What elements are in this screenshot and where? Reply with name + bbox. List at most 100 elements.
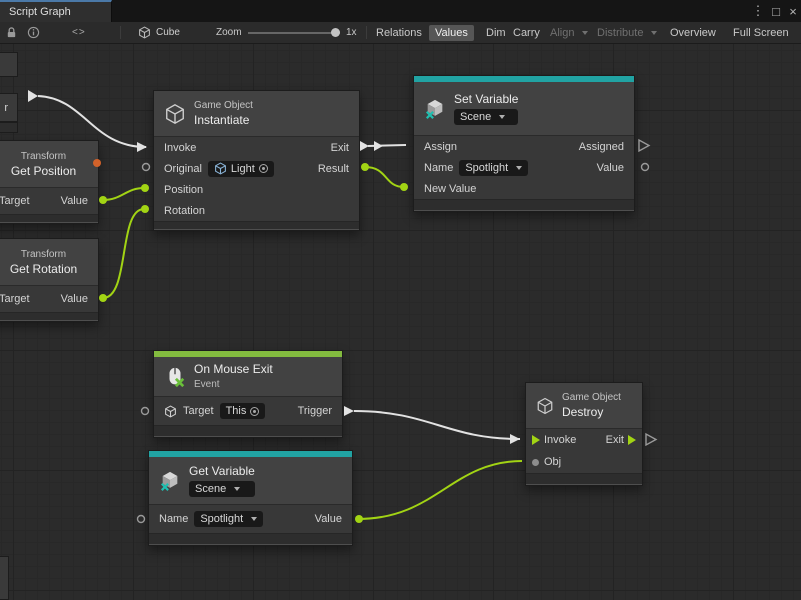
port-label-name: Name — [424, 162, 453, 174]
variable-name-dropdown[interactable]: Spotlight — [459, 160, 528, 176]
port-label-value: Value — [61, 195, 88, 207]
port-label-assigned: Assigned — [579, 141, 624, 153]
button-distribute[interactable]: Distribute — [593, 22, 657, 43]
object-picker-icon[interactable] — [259, 164, 268, 173]
node-footer — [0, 214, 98, 223]
object-cube-icon — [214, 162, 227, 175]
node-get-position[interactable]: Transform Get Position Target Value — [0, 140, 99, 224]
node-destroy[interactable]: Game Object Destroy Invoke Exit Obj — [525, 382, 643, 486]
window-maximize-icon[interactable]: □ — [768, 0, 784, 22]
chevron-down-icon — [499, 115, 505, 119]
object-picker-icon[interactable] — [250, 407, 259, 416]
node-footer — [154, 425, 342, 437]
zoom-slider-track[interactable] — [248, 32, 340, 34]
window-menu-icon[interactable]: ⋮ — [750, 0, 766, 22]
node-get-variable[interactable]: Get Variable Scene Name Spotlight Value — [148, 450, 353, 546]
chevron-down-icon — [582, 31, 588, 35]
node-category: Transform — [21, 151, 66, 162]
port-label-invoke: Invoke — [544, 434, 576, 446]
target-gameobject[interactable]: Cube — [138, 22, 180, 43]
chevron-down-icon — [234, 487, 240, 491]
tab-bar: Script Graph ⋮ □ × — [0, 0, 801, 22]
window-close-icon[interactable]: × — [785, 0, 801, 22]
port-label-rotation: Rotation — [164, 205, 205, 217]
partial-node-bottom[interactable] — [0, 556, 9, 600]
info-icon[interactable] — [27, 22, 40, 43]
node-title: Get Variable — [189, 465, 255, 478]
code-view-icon[interactable]: <> — [72, 22, 86, 43]
button-align[interactable]: Align — [546, 22, 588, 43]
node-subtitle: Event — [194, 379, 273, 390]
node-header: Game Object Instantiate — [154, 91, 359, 137]
game-object-icon — [536, 397, 554, 415]
variable-name-value: Spotlight — [465, 162, 508, 174]
port-label-exit: Exit — [331, 142, 349, 154]
scope-value: Scene — [195, 483, 226, 495]
chevron-down-icon — [251, 517, 257, 521]
variable-name-dropdown[interactable]: Spotlight — [194, 511, 263, 527]
node-title: Get Position — [11, 165, 76, 178]
port-label-target: Target — [183, 405, 214, 417]
node-set-variable[interactable]: Set Variable Scene Assign Assigned Name … — [413, 75, 635, 212]
node-instantiate[interactable]: Game Object Instantiate Invoke Exit Orig… — [153, 90, 360, 231]
port-label-position: Position — [164, 184, 203, 196]
port-label-target: Target — [0, 195, 30, 207]
port-label-value: Value — [61, 293, 88, 305]
port-label-invoke: Invoke — [164, 142, 196, 154]
button-full-screen[interactable]: Full Screen — [729, 22, 793, 43]
button-dim[interactable]: Dim — [482, 22, 510, 43]
port-label-value: Value — [315, 513, 342, 525]
node-header: On Mouse Exit Event — [154, 357, 342, 397]
node-header: Transform Get Position — [0, 141, 98, 188]
mouse-exit-icon — [164, 366, 186, 388]
object-field-this[interactable]: This — [220, 403, 266, 419]
game-object-icon — [164, 103, 186, 125]
port-label-assign: Assign — [424, 141, 457, 153]
node-footer — [0, 312, 98, 321]
chevron-down-icon — [516, 166, 522, 170]
node-category: Game Object — [562, 392, 621, 403]
port-label-obj: Obj — [544, 456, 561, 468]
toolbar-separator — [366, 26, 367, 39]
button-carry[interactable]: Carry — [509, 22, 544, 43]
node-title: Instantiate — [194, 114, 253, 127]
node-title: On Mouse Exit — [194, 363, 273, 376]
port-label-trigger: Trigger — [298, 405, 332, 417]
node-title: Get Rotation — [10, 263, 77, 276]
scope-dropdown[interactable]: Scene — [454, 109, 518, 125]
node-header: Get Variable Scene — [149, 457, 352, 505]
variable-name-value: Spotlight — [200, 513, 243, 525]
control-port-out-icon[interactable] — [628, 435, 636, 445]
cube-icon — [138, 26, 151, 39]
button-overview[interactable]: Overview — [666, 22, 720, 43]
button-values[interactable]: Values — [429, 22, 474, 43]
lock-icon[interactable] — [5, 22, 18, 43]
chevron-down-icon — [651, 31, 657, 35]
partial-node-label-row[interactable]: r — [0, 93, 18, 122]
target-name: Cube — [156, 27, 180, 38]
port-label-exit: Exit — [606, 434, 624, 446]
node-get-rotation[interactable]: Transform Get Rotation Target Value — [0, 238, 99, 322]
control-port-in-icon[interactable] — [532, 435, 540, 445]
game-object-icon — [164, 405, 177, 418]
node-footer — [149, 533, 352, 545]
tab-title: Script Graph — [9, 6, 71, 18]
zoom-slider[interactable] — [248, 22, 340, 43]
node-footer — [526, 473, 642, 485]
zoom-slider-knob[interactable] — [331, 28, 340, 37]
object-field-light[interactable]: Light — [208, 161, 274, 177]
scope-dropdown[interactable]: Scene — [189, 481, 255, 497]
tab-script-graph[interactable]: Script Graph — [0, 0, 112, 22]
port-label-name: Name — [159, 513, 188, 525]
partial-node-top[interactable] — [0, 52, 18, 77]
variable-icon — [159, 470, 181, 492]
graph-canvas[interactable] — [0, 44, 801, 600]
value-port-icon[interactable] — [532, 459, 539, 466]
zoom-label: Zoom — [216, 22, 242, 43]
partial-node-text: r — [4, 102, 8, 114]
port-label-target: Target — [0, 293, 30, 305]
node-footer — [154, 221, 359, 230]
node-category: Game Object — [194, 100, 253, 111]
node-on-mouse-exit[interactable]: On Mouse Exit Event Target This Trigg — [153, 350, 343, 438]
button-relations[interactable]: Relations — [372, 22, 426, 43]
